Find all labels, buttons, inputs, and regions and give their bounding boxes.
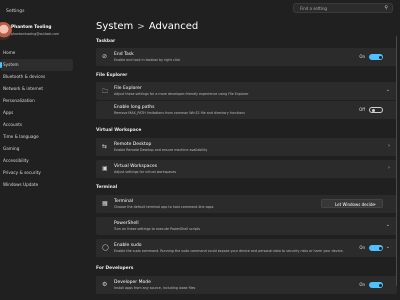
terminal-card: ▦ Terminal Choose the default terminal a… — [96, 195, 397, 213]
developer-mode-title: Developer Mode — [114, 280, 151, 285]
terminal-desc: Choose the default terminal app to host … — [114, 205, 214, 209]
section-for-developers: For Developers — [96, 266, 134, 271]
developer-mode-toggle[interactable] — [369, 282, 383, 288]
breadcrumb-parent[interactable]: System — [96, 21, 133, 32]
end-task-icon: ⊘ — [102, 53, 108, 60]
terminal-dropdown[interactable]: Let Windows decide ⌄ — [321, 199, 383, 208]
terminal-icon: ▦ — [102, 200, 108, 207]
sidebar-item-personalization[interactable]: Personalization — [0, 95, 76, 107]
long-paths-card: Enable long paths Remove MAX_PATH limita… — [96, 101, 397, 119]
section-taskbar: Taskbar — [96, 39, 116, 44]
chevron-down-icon: ⌄ — [372, 200, 377, 207]
end-task-desc: Enable end task in taskbar by right clic… — [114, 58, 181, 62]
sudo-toggle[interactable] — [369, 245, 383, 251]
sidebar-item-system[interactable]: System — [0, 59, 73, 71]
long-paths-title: Enable long paths — [114, 105, 155, 110]
file-explorer-card[interactable]: 🗀 File Explorer Adjust these settings fo… — [96, 82, 397, 100]
sidebar-item-privacy-security[interactable]: Privacy & security — [0, 167, 76, 179]
sidebar-item-home[interactable]: Home — [0, 47, 76, 59]
remote-desktop-title: Remote Desktop — [114, 142, 152, 147]
section-file-explorer: File Explorer — [96, 73, 128, 78]
sidebar-item-network-internet[interactable]: Network & internet — [0, 83, 76, 95]
end-task-card: ⊘ End Task Enable end task in taskbar by… — [96, 48, 397, 66]
sidebar-item-apps[interactable]: Apps — [0, 107, 76, 119]
powershell-title: PowerShell — [114, 221, 139, 226]
folder-icon: 🗀 — [102, 88, 109, 95]
app-title: Settings — [6, 9, 25, 14]
breadcrumb: System > Advanced — [96, 21, 198, 32]
terminal-title: Terminal — [114, 199, 134, 204]
developer-mode-state: On — [359, 282, 365, 287]
end-task-state: On — [359, 54, 365, 59]
sidebar-item-gaming[interactable]: Gaming — [0, 143, 76, 155]
chevron-down-icon[interactable]: ⌄ — [386, 244, 390, 250]
main-content: Find a setting ⚲ System > Advanced Taskbar… — [93, 0, 400, 300]
search-input[interactable]: Find a setting ⚲ — [293, 3, 393, 13]
virtual-workspaces-icon: ▣ — [102, 165, 108, 172]
sidebar-nav: Home System Bluetooth & devices Network … — [0, 47, 76, 191]
search-placeholder: Find a setting — [300, 6, 328, 11]
remote-desktop-card[interactable]: ⇆ Remote Desktop Enable Remote Desktop a… — [96, 138, 397, 156]
long-paths-toggle[interactable] — [369, 107, 383, 113]
sidebar-item-accounts[interactable]: Accounts — [0, 119, 76, 131]
powershell-desc: Turn on these settings to execute PowerS… — [114, 227, 201, 231]
virtual-workspaces-desc: Adjust settings for virtual workspaces — [114, 170, 177, 174]
settings-window: Settings Phantom Tooling phantomtooling@… — [0, 0, 400, 300]
section-virtual-workspace: Virtual Workspace — [96, 128, 142, 133]
remote-desktop-icon: ⇆ — [102, 143, 108, 150]
remote-desktop-desc: Enable Remote Desktop and ensure machine… — [114, 148, 208, 152]
powershell-card[interactable]: PowerShell Turn on these settings to exe… — [96, 217, 397, 235]
end-task-title: End Task — [114, 52, 134, 57]
chevron-down-icon[interactable]: ⌄ — [386, 87, 390, 93]
terminal-dropdown-value: Let Windows decide — [335, 201, 375, 207]
profile-name: Phantom Tooling — [11, 25, 52, 30]
sidebar-item-accessibility[interactable]: Accessibility — [0, 155, 76, 167]
sidebar-item-time-language[interactable]: Time & language — [0, 131, 76, 143]
chevron-right-icon: › — [388, 165, 390, 171]
end-task-toggle[interactable] — [369, 54, 383, 60]
profile-email: phantomtooling@outlook.com — [11, 32, 60, 36]
sidebar-item-bluetooth-devices[interactable]: Bluetooth & devices — [0, 71, 76, 83]
file-explorer-desc: Adjust these settings for a more develop… — [114, 92, 249, 96]
virtual-workspaces-card[interactable]: ▣ Virtual Workspaces Adjust settings for… — [96, 160, 397, 178]
file-explorer-title: File Explorer — [114, 86, 142, 91]
breadcrumb-separator: > — [137, 22, 145, 32]
sidebar: Phantom Tooling phantomtooling@outlook.c… — [0, 22, 76, 300]
user-profile[interactable]: Phantom Tooling phantomtooling@outlook.c… — [0, 22, 76, 42]
sudo-desc: Enable the sudo command. Running the sud… — [114, 249, 344, 253]
chevron-right-icon: › — [388, 143, 390, 149]
developer-mode-desc: Install apps from any source, including … — [114, 286, 196, 290]
page-title: Advanced — [148, 21, 199, 32]
developer-mode-icon: ⚙ — [102, 281, 108, 288]
chevron-down-icon[interactable]: ⌄ — [386, 222, 390, 228]
scrollbar[interactable] — [395, 36, 397, 286]
virtual-workspaces-title: Virtual Workspaces — [114, 164, 158, 169]
search-icon: ⚲ — [384, 5, 388, 11]
sudo-card: ◯ Enable sudo Enable the sudo command. R… — [96, 239, 397, 257]
sudo-icon: ◯ — [102, 244, 109, 251]
sidebar-item-windows-update[interactable]: Windows Update — [0, 179, 76, 191]
developer-mode-card: ⚙ Developer Mode Install apps from any s… — [96, 276, 397, 294]
section-terminal: Terminal — [96, 185, 118, 190]
long-paths-desc: Remove MAX_PATH limitations from common … — [114, 111, 245, 115]
sudo-title: Enable sudo — [114, 243, 142, 248]
long-paths-state: Off — [359, 107, 365, 112]
sudo-state: On — [359, 245, 365, 250]
